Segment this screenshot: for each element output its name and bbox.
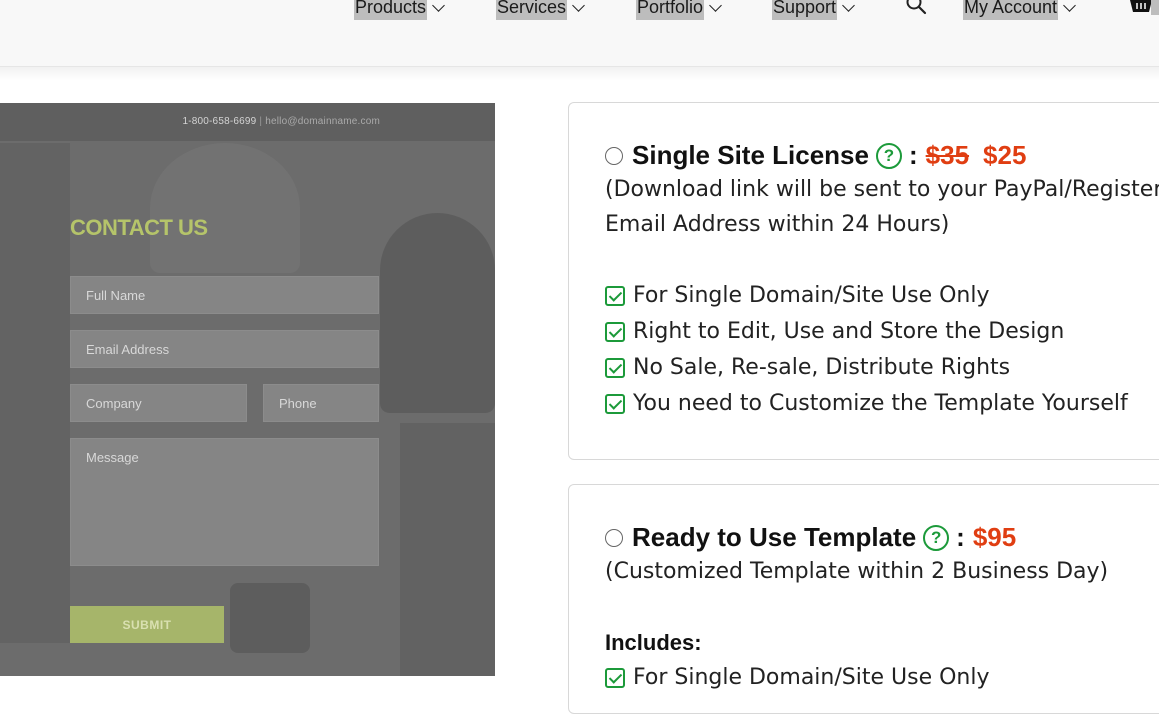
top-navigation: Products Services Portfolio Support My A… (0, 0, 1159, 67)
license-card-ready-to-use: Ready to Use Template ? : $95 (Customize… (568, 484, 1159, 714)
license-colon: : (908, 140, 918, 170)
checkbox-icon (605, 393, 625, 414)
feature-text: For Single Domain/Site Use Only (633, 283, 990, 308)
chevron-down-icon (572, 0, 585, 12)
nav-item-label: Support (772, 0, 838, 20)
template-preview-image: 1-800-658-6699 | hello@domainname.com CONT… (0, 103, 495, 676)
feature-item: You need to Customize the Template Yours… (605, 391, 1128, 416)
preview-separator: | (259, 116, 263, 127)
preview-phone: 1-800-658-6699 (182, 116, 257, 127)
checkbox-icon (605, 357, 625, 378)
preview-email-field: Email Address (70, 330, 379, 368)
nav-item-label: Portfolio (636, 0, 705, 20)
preview-company-field: Company (70, 384, 247, 422)
help-icon[interactable]: ? (875, 142, 902, 169)
background-shape (150, 143, 300, 273)
chevron-down-icon (842, 0, 855, 12)
license-colon: : (956, 522, 965, 552)
includes-label: Includes: (605, 630, 702, 655)
license-description-line1: (Customized Template within 2 Business D… (605, 559, 1109, 584)
feature-item: For Single Domain/Site Use Only (605, 665, 990, 690)
preview-email: hello@domainname.com (265, 116, 380, 127)
nav-item-products[interactable]: Products (354, 0, 445, 20)
nav-item-portfolio[interactable]: Portfolio (636, 0, 722, 20)
feature-text: No Sale, Re-sale, Distribute Rights (633, 355, 1011, 380)
help-icon[interactable]: ? (923, 524, 950, 551)
license-header: Single Site License ? : $35 $25 (605, 140, 1026, 171)
background-shape (0, 143, 70, 643)
preview-message-field: Message (70, 438, 379, 566)
cart-count-badge (1151, 0, 1159, 15)
feature-text: You need to Customize the Template Yours… (633, 391, 1128, 416)
nav-item-services[interactable]: Services (496, 0, 585, 20)
feature-item: No Sale, Re-sale, Distribute Rights (605, 355, 1010, 380)
checkbox-icon (605, 285, 625, 306)
license-name: Single Site License (632, 140, 869, 170)
price: $25 (983, 140, 1027, 170)
preview-contact-line: 1-800-658-6699 | hello@domainname.com (0, 116, 380, 127)
search-icon[interactable] (905, 0, 927, 15)
price: $95 (972, 522, 1017, 552)
license-name: Ready to Use Template (632, 522, 917, 552)
old-price: $35 (925, 140, 970, 170)
checkbox-icon (605, 321, 625, 342)
nav-shadow (0, 67, 1159, 81)
preview-phone-field: Phone (263, 384, 379, 422)
checkbox-icon (605, 667, 625, 688)
nav-item-my-account[interactable]: My Account (963, 0, 1076, 20)
shopping-basket-icon[interactable] (1129, 0, 1153, 14)
chevron-down-icon (432, 0, 445, 12)
background-shape (230, 583, 310, 653)
license-description-line2: Email Address within 24 Hours) (605, 212, 950, 237)
license-description-line1: (Download link will be sent to your PayP… (605, 177, 1159, 202)
preview-title: CONTACT US (70, 215, 208, 240)
nav-item-label: Services (496, 0, 568, 20)
background-shape (400, 423, 495, 676)
feature-item: Right to Edit, Use and Store the Design (605, 319, 1064, 344)
chevron-down-icon (709, 0, 722, 12)
preview-full-name-field: Full Name (70, 276, 379, 314)
nav-item-support[interactable]: Support (772, 0, 855, 20)
feature-text: For Single Domain/Site Use Only (633, 665, 990, 690)
nav-item-label: Products (354, 0, 428, 20)
feature-text: Right to Edit, Use and Store the Design (633, 319, 1065, 344)
license-card-single-site: Single Site License ? : $35 $25 (Downloa… (568, 102, 1159, 460)
license-header: Ready to Use Template ? : $95 (605, 522, 1016, 553)
license-radio-single-site[interactable] (605, 146, 623, 165)
feature-item: For Single Domain/Site Use Only (605, 283, 990, 308)
nav-item-label: My Account (963, 0, 1059, 20)
preview-submit-button: SUBMIT (70, 606, 224, 643)
license-radio-ready-to-use[interactable] (605, 528, 623, 547)
background-shape (380, 213, 495, 413)
chevron-down-icon (1063, 0, 1076, 12)
